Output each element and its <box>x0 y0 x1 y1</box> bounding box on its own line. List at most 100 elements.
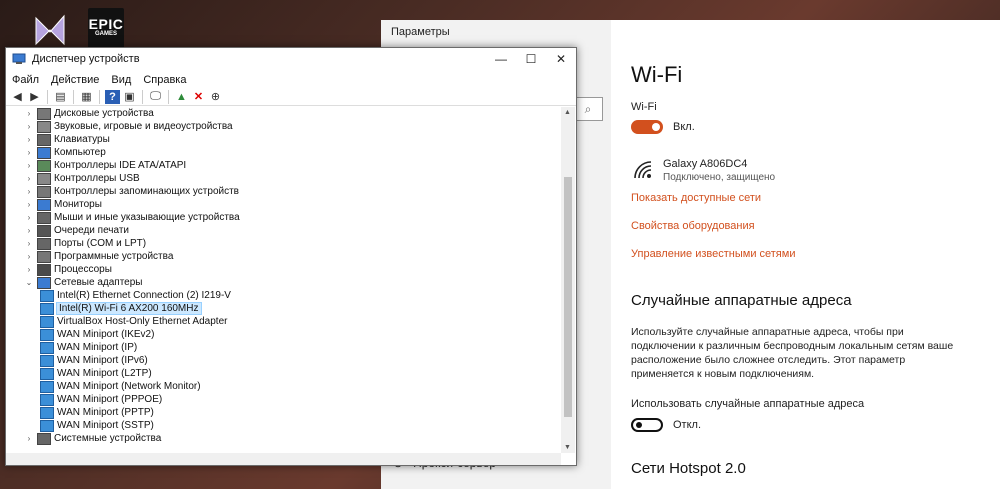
collapsed-chevron-icon[interactable]: › <box>24 265 34 274</box>
expanded-chevron-icon[interactable]: ⌄ <box>24 278 34 287</box>
tree-category[interactable]: ⌄ Сетевые адаптеры <box>24 276 142 289</box>
tree-category[interactable]: › Мониторы <box>24 198 102 211</box>
hardware-properties-link[interactable]: Свойства оборудования <box>631 220 755 232</box>
menu-help[interactable]: Справка <box>137 72 192 88</box>
tree-label: Процессоры <box>54 264 112 275</box>
device-tree: › Дисковые устройства › Звуковые, игровые и… <box>6 107 561 453</box>
vertical-scrollbar[interactable]: ▲ ▼ <box>561 107 575 453</box>
network-adapter-icon <box>40 380 54 393</box>
wifi-state: Вкл. <box>673 121 695 133</box>
titlebar[interactable]: Диспетчер устройств — ☐ ✕ <box>6 48 576 70</box>
update-driver-icon[interactable]: ▲ <box>174 90 189 104</box>
search-icon[interactable]: ⌕ <box>574 97 603 121</box>
tree-category[interactable]: › Порты (COM и LPT) <box>24 237 146 250</box>
tree-device[interactable]: WAN Miniport (L2TP) <box>37 367 152 380</box>
random-hw-description: Используйте случайные аппаратные адреса,… <box>631 326 954 380</box>
grid-icon[interactable]: ▣ <box>122 90 137 104</box>
tree-category[interactable]: › Клавиатуры <box>24 133 110 146</box>
view-icon[interactable]: ▤ <box>53 90 68 104</box>
tree-device[interactable]: Intel(R) Ethernet Connection (2) I219-V <box>37 289 231 302</box>
collapsed-chevron-icon[interactable]: › <box>24 213 34 222</box>
menu-file[interactable]: Файл <box>6 72 45 88</box>
collapsed-chevron-icon[interactable]: › <box>24 252 34 261</box>
collapsed-chevron-icon[interactable]: › <box>24 239 34 248</box>
tree-category[interactable]: › Системные устройства <box>24 432 161 445</box>
category-icon <box>37 237 51 250</box>
tree-device[interactable]: Intel(R) Wi-Fi 6 AX200 160MHz <box>37 302 202 315</box>
maximize-button[interactable]: ☐ <box>516 48 546 70</box>
collapsed-chevron-icon[interactable]: › <box>24 109 34 118</box>
tree-device[interactable]: WAN Miniport (PPPOE) <box>37 393 162 406</box>
help-icon[interactable]: ? <box>105 89 120 104</box>
collapsed-chevron-icon[interactable]: › <box>24 200 34 209</box>
epic-games-icon[interactable]: EPIC GAMES <box>88 8 124 50</box>
scroll-thumb[interactable] <box>564 177 572 417</box>
wifi-signal-icon <box>634 161 652 179</box>
tree-device[interactable]: WAN Miniport (PPTP) <box>37 406 154 419</box>
random-hw-state: Откл. <box>673 419 702 431</box>
visual-studio-icon[interactable] <box>30 10 70 50</box>
tree-label: Сетевые адаптеры <box>54 277 143 288</box>
tree-category[interactable]: › Дисковые устройства <box>24 107 154 120</box>
tree-category[interactable]: › Контроллеры запоминающих устройств <box>24 185 239 198</box>
tree-label: Порты (COM и LPT) <box>54 238 147 249</box>
horizontal-scrollbar[interactable] <box>6 453 561 465</box>
category-icon <box>37 276 51 289</box>
forward-icon[interactable]: ▶ <box>27 90 42 104</box>
network-adapter-icon <box>40 341 54 354</box>
menu-action[interactable]: Действие <box>45 72 105 88</box>
tree-category[interactable]: › Процессоры <box>24 263 112 276</box>
collapsed-chevron-icon[interactable]: › <box>24 161 34 170</box>
menubar: Файл Действие Вид Справка <box>6 72 192 88</box>
collapsed-chevron-icon[interactable]: › <box>24 187 34 196</box>
scroll-up-icon[interactable]: ▲ <box>564 109 571 116</box>
tree-category[interactable]: › Компьютер <box>24 146 106 159</box>
download-icon[interactable]: ⊕ <box>208 90 223 104</box>
collapsed-chevron-icon[interactable]: › <box>24 135 34 144</box>
random-hw-toggle[interactable] <box>631 418 663 432</box>
category-icon <box>37 159 51 172</box>
tree-device[interactable]: WAN Miniport (IP) <box>37 341 137 354</box>
tree-category[interactable]: › Звуковые, игровые и видеоустройства <box>24 120 233 133</box>
collapsed-chevron-icon[interactable]: › <box>24 122 34 131</box>
network-adapter-icon <box>40 367 54 380</box>
tree-label: WAN Miniport (SSTP) <box>57 420 154 431</box>
menu-view[interactable]: Вид <box>105 72 137 88</box>
show-networks-link[interactable]: Показать доступные сети <box>631 192 761 204</box>
manage-known-networks-link[interactable]: Управление известными сетями <box>631 248 795 260</box>
wifi-toggle[interactable] <box>631 120 663 134</box>
tree-category[interactable]: › Очереди печати <box>24 224 129 237</box>
toolbar: ◀ ▶ ▤ ▦ ? ▣ 🖵 ▲ ✕ ⊕ <box>6 88 576 106</box>
toolbar-separator <box>142 89 143 104</box>
collapsed-chevron-icon[interactable]: › <box>24 174 34 183</box>
tree-label: Очереди печати <box>54 225 130 236</box>
network-adapter-icon <box>40 302 54 315</box>
uninstall-icon[interactable]: ✕ <box>191 90 206 104</box>
network-name[interactable]: Galaxy A806DC4 <box>663 158 747 170</box>
minimize-button[interactable]: — <box>486 48 516 70</box>
collapsed-chevron-icon[interactable]: › <box>24 148 34 157</box>
collapsed-chevron-icon[interactable]: › <box>24 226 34 235</box>
tree-device[interactable]: WAN Miniport (IPv6) <box>37 354 148 367</box>
properties-icon[interactable]: ▦ <box>79 90 94 104</box>
tree-device[interactable]: WAN Miniport (SSTP) <box>37 419 154 432</box>
tree-device[interactable]: WAN Miniport (Network Monitor) <box>37 380 201 393</box>
back-icon[interactable]: ◀ <box>10 90 25 104</box>
category-icon <box>37 250 51 263</box>
tree-label: Звуковые, игровые и видеоустройства <box>54 121 233 132</box>
wifi-label: Wi-Fi <box>631 101 657 113</box>
tree-category[interactable]: › Контроллеры USB <box>24 172 140 185</box>
scroll-down-icon[interactable]: ▼ <box>564 444 571 451</box>
collapsed-chevron-icon[interactable]: › <box>24 434 34 443</box>
scan-hardware-icon[interactable]: 🖵 <box>148 90 163 104</box>
close-button[interactable]: ✕ <box>546 48 576 70</box>
tree-label: Дисковые устройства <box>54 108 154 119</box>
tree-category[interactable]: › Контроллеры IDE ATA/ATAPI <box>24 159 186 172</box>
tree-device[interactable]: VirtualBox Host-Only Ethernet Adapter <box>37 315 227 328</box>
network-adapter-icon <box>40 406 54 419</box>
tree-category[interactable]: › Мыши и иные указывающие устройства <box>24 211 240 224</box>
tree-category[interactable]: › Программные устройства <box>24 250 173 263</box>
category-icon <box>37 224 51 237</box>
tree-device[interactable]: WAN Miniport (IKEv2) <box>37 328 154 341</box>
category-icon <box>37 185 51 198</box>
